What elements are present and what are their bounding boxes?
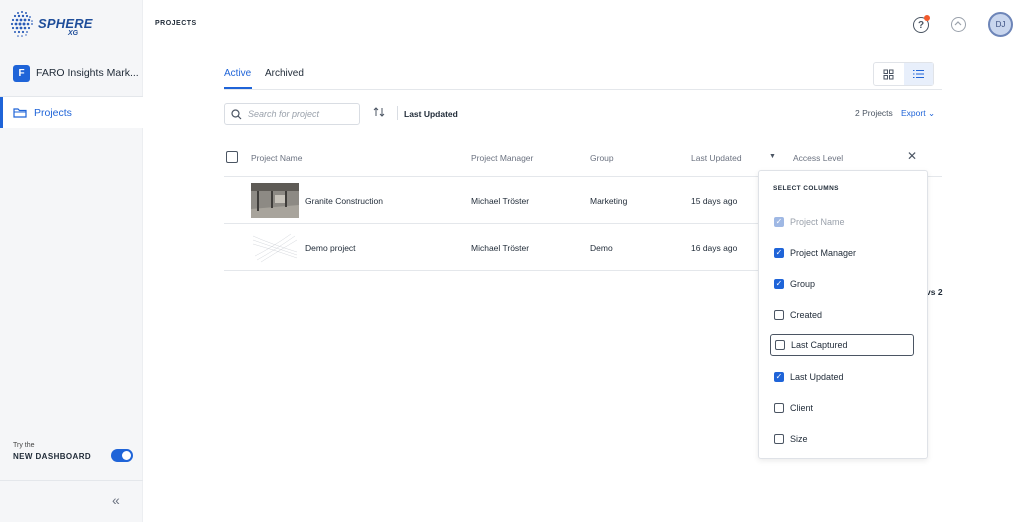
project-thumbnail	[251, 183, 299, 218]
new-dashboard-label: NEW DASHBOARD	[13, 452, 92, 461]
export-label: Export	[901, 108, 926, 118]
tab-active[interactable]: Active	[224, 68, 251, 79]
column-picker-dropdown: SELECT COLUMNS ✓ Project Name ✓ Project …	[758, 170, 928, 459]
column-option-size[interactable]: Size	[770, 428, 914, 450]
column-header-project-name[interactable]: Project Name	[251, 153, 303, 163]
sidebar: SPHERE XG F FARO Insights Mark... Projec…	[0, 0, 143, 522]
sort-chevron-icon[interactable]: ▼	[769, 153, 776, 160]
collapse-sidebar-icon[interactable]: «	[112, 492, 120, 508]
tabs-divider	[224, 89, 942, 90]
project-name[interactable]: Demo project	[305, 243, 356, 253]
column-header-group[interactable]: Group	[590, 153, 614, 163]
option-label: Project Manager	[790, 248, 857, 258]
search-box	[224, 103, 360, 125]
select-all-checkbox[interactable]	[226, 151, 238, 163]
toolbar-divider	[397, 106, 398, 120]
logo-subtitle: XG	[68, 30, 79, 37]
try-label: Try the	[13, 442, 35, 449]
option-label: Client	[790, 403, 814, 413]
avatar[interactable]: DJ	[988, 12, 1013, 37]
option-label: Last Captured	[791, 340, 848, 350]
sort-direction-icon[interactable]	[373, 107, 385, 119]
checkbox-checked[interactable]: ✓	[774, 248, 784, 258]
project-manager: Michael Tröster	[471, 196, 530, 206]
tab-archived[interactable]: Archived	[265, 68, 304, 79]
grid-view-icon[interactable]	[874, 63, 904, 85]
sidebar-divider	[0, 480, 143, 481]
new-dashboard-toggle[interactable]	[111, 449, 133, 462]
globe-logo-icon	[10, 11, 33, 37]
org-name: FARO Insights Mark...	[36, 67, 139, 79]
column-option-created[interactable]: Created	[770, 304, 914, 326]
project-group: Demo	[590, 243, 613, 253]
table-row[interactable]: Granite Construction Michael Tröster Mar…	[224, 177, 758, 224]
checkbox-unchecked[interactable]	[775, 340, 785, 350]
logo-wordmark: SPHERE	[38, 16, 93, 31]
project-count: 2 Projects	[855, 108, 893, 118]
column-option-project-manager[interactable]: ✓ Project Manager	[770, 242, 914, 264]
sidebar-item-projects[interactable]: Projects	[0, 97, 143, 128]
checkbox-disabled: ✓	[774, 217, 784, 227]
option-label: Created	[790, 310, 823, 320]
project-last-updated: 16 days ago	[691, 243, 738, 253]
project-thumbnail	[251, 230, 299, 265]
upload-status-icon[interactable]	[951, 17, 966, 32]
option-label: Size	[790, 434, 808, 444]
project-group: Marketing	[590, 196, 628, 206]
notification-dot	[924, 15, 930, 21]
org-switcher[interactable]: F FARO Insights Mark...	[0, 56, 143, 90]
search-input[interactable]	[248, 109, 348, 119]
column-option-group[interactable]: ✓ Group	[770, 273, 914, 295]
sort-field-label[interactable]: Last Updated	[404, 109, 458, 119]
table-row[interactable]: Demo project Michael Tröster Demo 16 day…	[224, 224, 758, 271]
column-header-last-updated[interactable]: Last Updated	[691, 153, 742, 163]
folder-icon	[13, 108, 27, 118]
column-header-access-level[interactable]: Access Level	[793, 153, 843, 163]
list-view-icon[interactable]	[903, 63, 933, 85]
view-toggle	[873, 62, 934, 86]
option-label: Group	[790, 279, 816, 289]
column-header-project-manager[interactable]: Project Manager	[471, 153, 533, 163]
sidebar-item-label: Projects	[34, 106, 72, 119]
project-manager: Michael Tröster	[471, 243, 530, 253]
org-badge: F	[13, 64, 30, 82]
column-option-client[interactable]: Client	[770, 397, 914, 419]
checkbox-unchecked[interactable]	[774, 403, 784, 413]
project-name[interactable]: Granite Construction	[305, 196, 383, 206]
chevron-down-icon: ⌄	[927, 108, 936, 118]
search-icon	[231, 108, 242, 119]
checkbox-checked[interactable]: ✓	[774, 279, 784, 289]
column-option-project-name: ✓ Project Name	[770, 211, 914, 233]
option-label: Last Updated	[790, 372, 844, 382]
breadcrumb: PROJECTS	[155, 20, 197, 27]
checkbox-unchecked[interactable]	[774, 310, 784, 320]
column-option-last-captured[interactable]: Last Captured	[770, 334, 914, 356]
dropdown-title: SELECT COLUMNS	[773, 185, 839, 192]
option-label: Project Name	[790, 217, 845, 227]
project-last-updated: 15 days ago	[691, 196, 738, 206]
export-button[interactable]: Export ⌄	[901, 108, 935, 119]
checkbox-checked[interactable]: ✓	[774, 372, 784, 382]
pagination-text: vs 2	[926, 287, 943, 297]
checkbox-unchecked[interactable]	[774, 434, 784, 444]
close-icon[interactable]: ✕	[907, 149, 917, 163]
sphere-logo[interactable]: SPHERE XG	[8, 8, 98, 42]
column-option-last-updated[interactable]: ✓ Last Updated	[770, 366, 914, 388]
